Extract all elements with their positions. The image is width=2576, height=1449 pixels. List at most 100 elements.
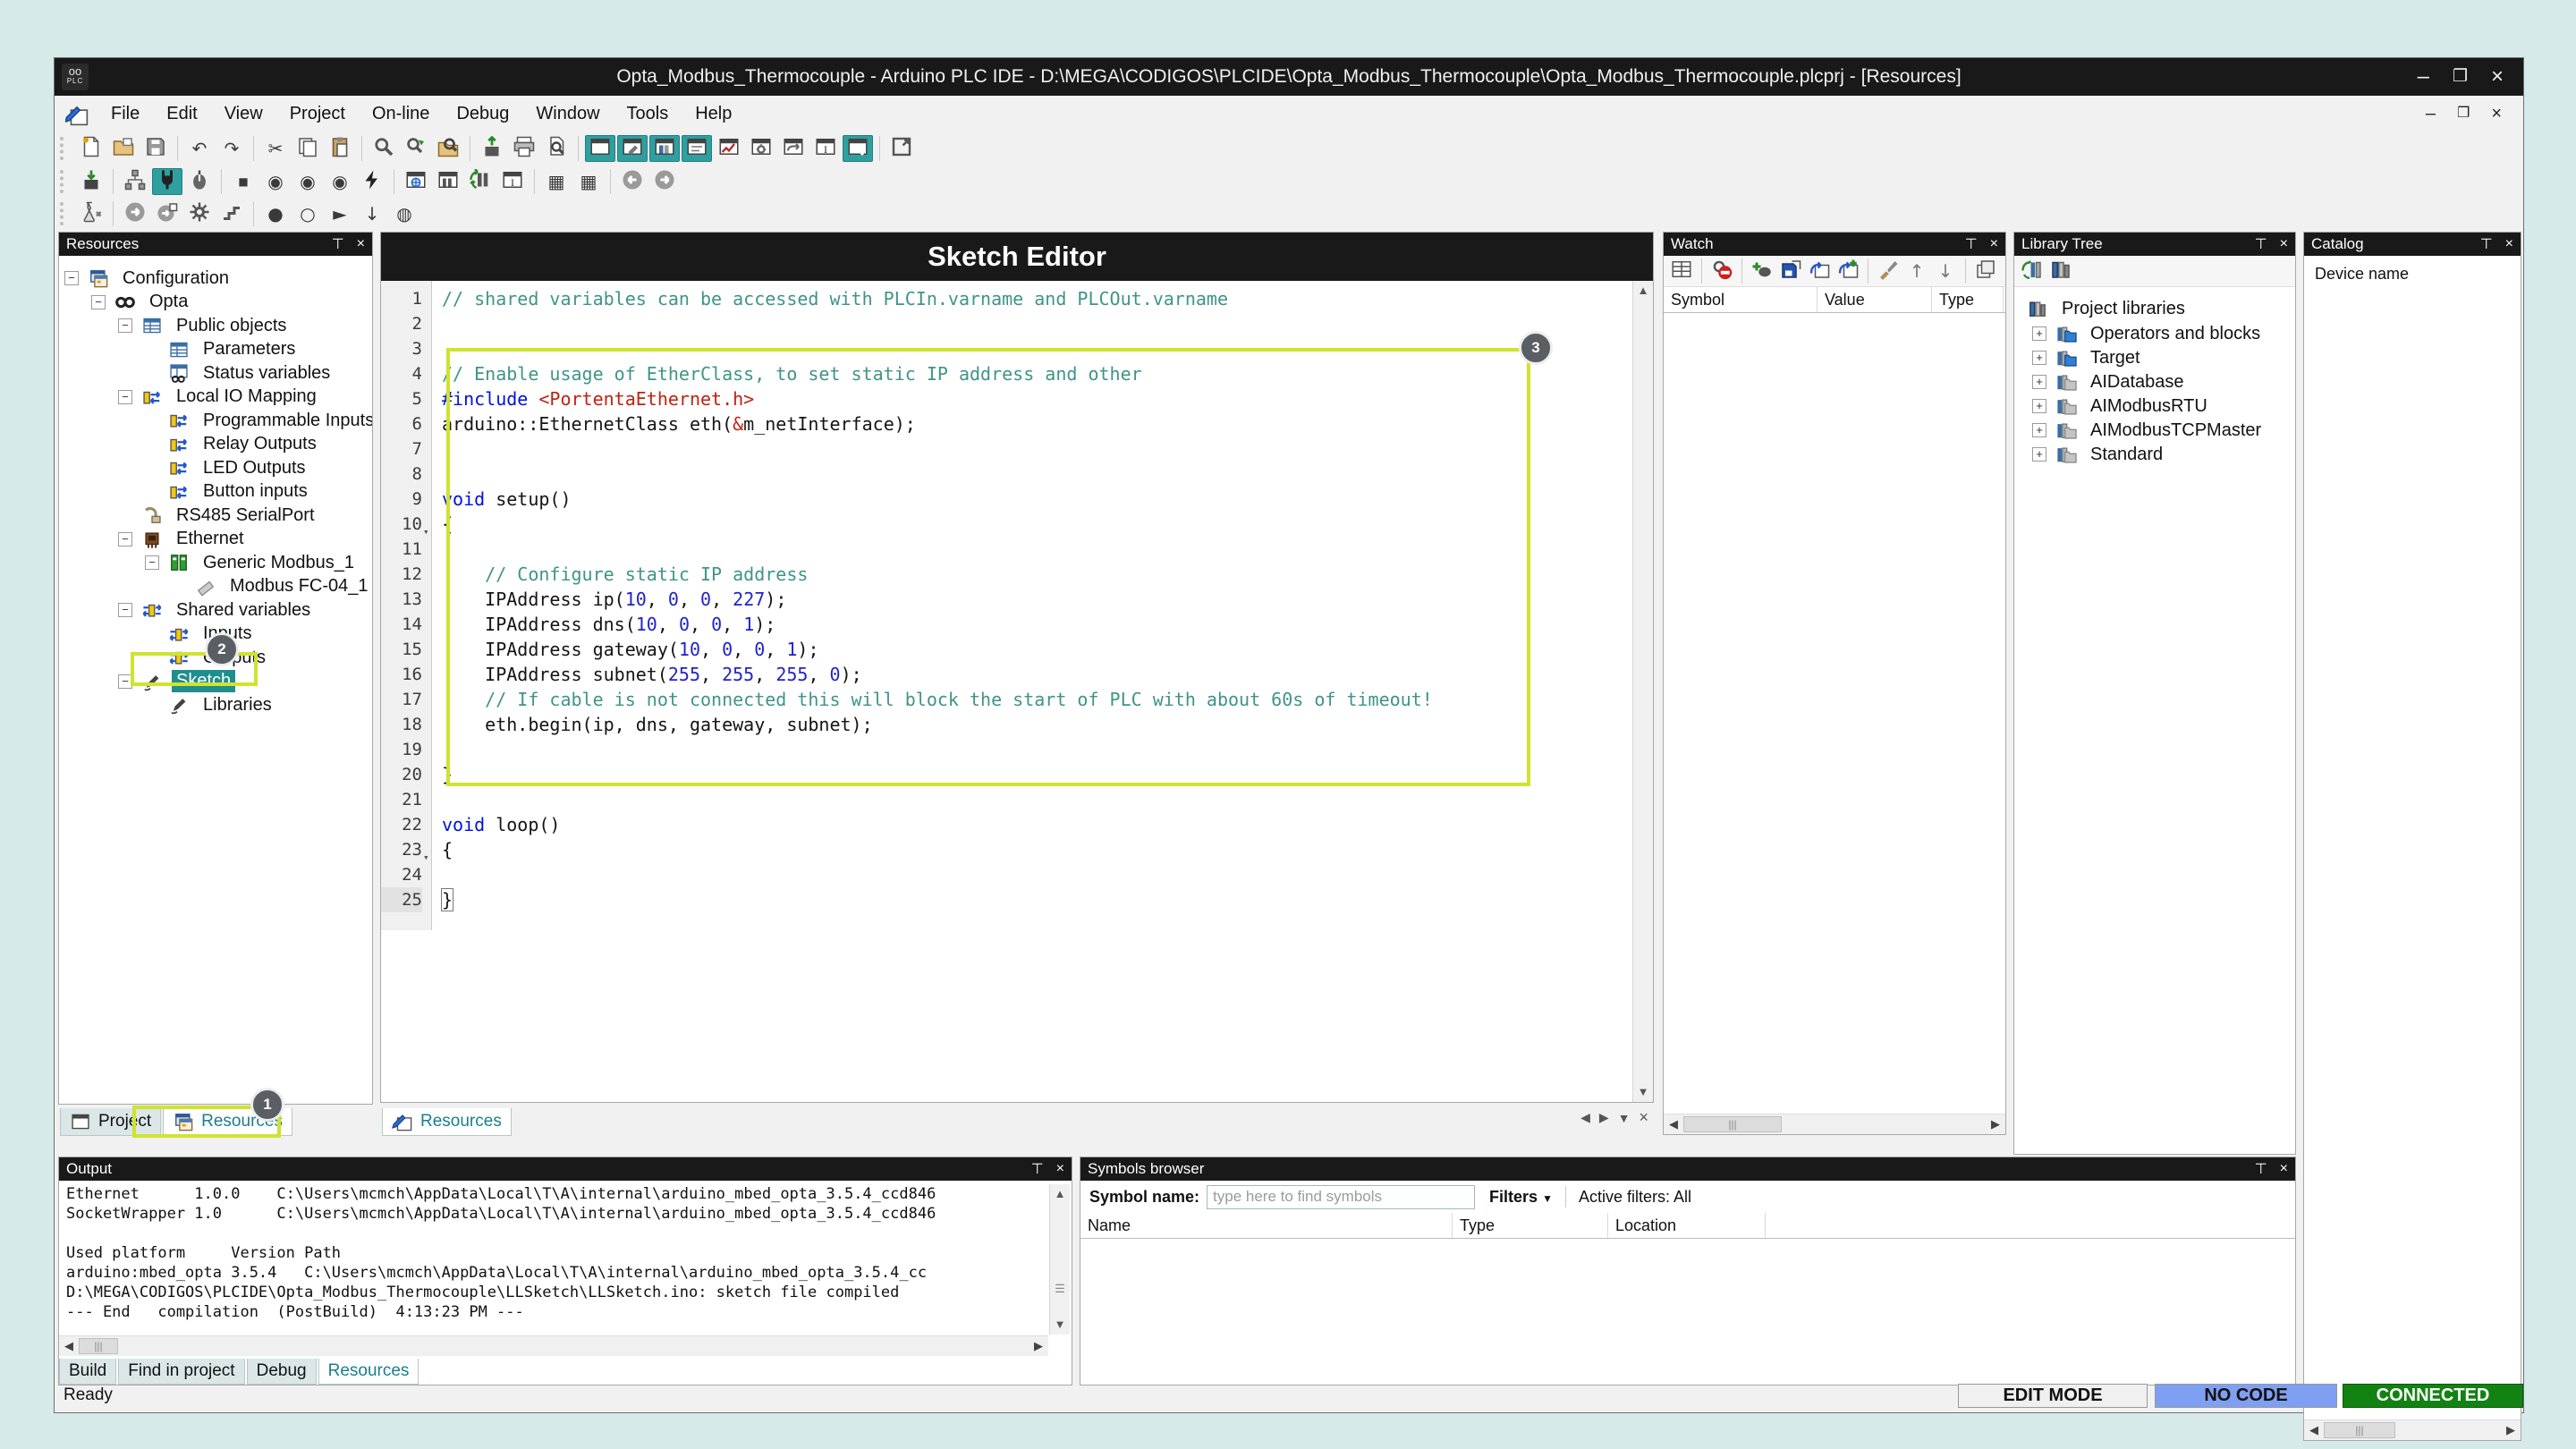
menu-edit[interactable]: Edit: [153, 100, 210, 128]
tree-item-button-inputs[interactable]: Button inputs: [145, 480, 312, 504]
library-item-operators-and-blocks[interactable]: +Operators and blocks: [2032, 322, 2265, 345]
download-code-button[interactable]: [76, 168, 106, 195]
navigate-back-button[interactable]: [617, 168, 648, 195]
recompile-button[interactable]: ◉: [325, 168, 355, 195]
compile-button[interactable]: ◉: [260, 168, 291, 195]
load-watchlist-button[interactable]: [1806, 258, 1833, 284]
scroll-left-icon[interactable]: ◀: [59, 1339, 79, 1353]
fullscreen-button[interactable]: [886, 135, 917, 162]
list-view-button[interactable]: I: [497, 168, 528, 195]
close-icon[interactable]: ×: [2491, 58, 2504, 96]
pin-icon[interactable]: ⊤: [2480, 235, 2493, 253]
export-button[interactable]: [477, 135, 507, 162]
mdi-close-icon[interactable]: ×: [2491, 104, 2502, 124]
expander-icon[interactable]: +: [2032, 423, 2046, 437]
add-symbol-button[interactable]: [1749, 258, 1775, 284]
tree-item-local-io-mapping[interactable]: −Local IO Mapping: [118, 386, 321, 409]
simulation-button[interactable]: [76, 200, 106, 227]
paste-button[interactable]: [325, 135, 355, 162]
close-icon[interactable]: ×: [357, 236, 365, 252]
tab-build[interactable]: Build: [59, 1359, 116, 1385]
tab-scroll-left-icon[interactable]: ◀: [1580, 1110, 1590, 1125]
view-oscilloscope-window-button[interactable]: [714, 135, 744, 162]
close-icon[interactable]: ×: [2505, 236, 2513, 252]
symbols-column-name[interactable]: Name: [1080, 1213, 1453, 1238]
expander-icon[interactable]: −: [118, 603, 132, 617]
pin-icon[interactable]: ⊤: [332, 235, 344, 253]
tab-close-icon[interactable]: ×: [1639, 1108, 1648, 1127]
expander-icon[interactable]: +: [2032, 447, 2046, 462]
view-watch-window-button[interactable]: [617, 135, 648, 162]
tree-item-opta[interactable]: −Opta: [91, 291, 192, 314]
scroll-down-icon[interactable]: ▼: [1633, 1082, 1653, 1102]
record-off-button[interactable]: ○: [292, 200, 323, 227]
open-project-button[interactable]: [108, 135, 139, 162]
tree-item-libraries[interactable]: Libraries: [145, 693, 276, 716]
watch-grid-button[interactable]: [1668, 258, 1695, 284]
tree-item-rs485-serialport[interactable]: RS485 SerialPort: [118, 504, 319, 527]
expander-icon[interactable]: −: [118, 674, 132, 689]
output-vertical-scrollbar[interactable]: ▲ ☰ ▼: [1049, 1184, 1070, 1335]
record-button[interactable]: ●: [260, 200, 291, 227]
menu-window[interactable]: Window: [522, 100, 613, 128]
tab-find-in-project[interactable]: Find in project: [118, 1359, 244, 1385]
catalog-horizontal-scrollbar[interactable]: ◀ ||| ▶: [2304, 1419, 2521, 1440]
plug-connection-button[interactable]: [152, 168, 182, 195]
expander-icon[interactable]: +: [2032, 375, 2046, 389]
mdi-minimize-icon[interactable]: –: [2426, 104, 2436, 124]
play-button[interactable]: ►: [325, 200, 355, 227]
filters-button[interactable]: Filters ▼: [1489, 1188, 1553, 1207]
duplicate-window-button[interactable]: [1972, 258, 1999, 284]
halt-button[interactable]: [184, 200, 215, 227]
close-icon[interactable]: ×: [2280, 1161, 2288, 1177]
scroll-right-icon[interactable]: ▶: [1029, 1339, 1048, 1353]
code-editor[interactable]: 1// shared variables can be accessed wit…: [381, 281, 1633, 1102]
restore-icon[interactable]: ❐: [2453, 58, 2468, 96]
view-text-window-button[interactable]: I: [810, 135, 841, 162]
watch-column-type[interactable]: Type: [1932, 287, 2004, 312]
library-box-button[interactable]: [2047, 258, 2074, 284]
tree-item-relay-outputs[interactable]: Relay Outputs: [145, 433, 321, 456]
pin-icon[interactable]: ⊤: [1031, 1160, 1044, 1178]
scroll-left-icon[interactable]: ◀: [2304, 1423, 2324, 1437]
run-button[interactable]: [120, 200, 150, 227]
mouse-settings-button[interactable]: [184, 168, 215, 195]
refresh-library-button[interactable]: [2019, 258, 2046, 284]
scroll-down-icon[interactable]: ▼: [1050, 1315, 1070, 1335]
navigate-forward-button[interactable]: [649, 168, 680, 195]
tree-item-programmable-inputs[interactable]: Programmable Inputs: [145, 409, 372, 432]
menu-project[interactable]: Project: [276, 100, 359, 128]
menu-file[interactable]: File: [97, 100, 153, 128]
scroll-right-icon[interactable]: ▶: [1986, 1117, 2005, 1131]
move-down-button[interactable]: ↓: [1932, 258, 1959, 284]
library-item-standard[interactable]: +Standard: [2032, 443, 2167, 466]
tree-item-ethernet[interactable]: −Ethernet: [118, 528, 249, 551]
symbols-column-location[interactable]: Location: [1608, 1213, 1766, 1238]
menu-tools[interactable]: Tools: [614, 100, 682, 128]
view-output-window-button[interactable]: [682, 135, 712, 162]
tab-debug[interactable]: Debug: [247, 1359, 317, 1385]
tree-item-generic-modbus-1[interactable]: −Generic Modbus_1: [145, 551, 359, 574]
move-up-button[interactable]: ↑: [1903, 258, 1930, 284]
expander-icon[interactable]: −: [118, 318, 132, 333]
new-project-button[interactable]: [76, 135, 106, 162]
expander-icon[interactable]: +: [2032, 326, 2046, 341]
menu-help[interactable]: Help: [682, 100, 745, 128]
expander-icon[interactable]: −: [118, 532, 132, 547]
symbols-column-type[interactable]: Type: [1453, 1213, 1608, 1238]
tab-resources-editor[interactable]: Resources: [382, 1108, 512, 1136]
menu-view[interactable]: View: [211, 100, 276, 128]
step-into-button[interactable]: ↓: [357, 200, 387, 227]
expander-icon[interactable]: +: [2032, 351, 2046, 365]
tree-item-public-objects[interactable]: −Public objects: [118, 314, 291, 337]
expander-icon[interactable]: −: [118, 390, 132, 404]
cut-button[interactable]: ✂: [260, 135, 291, 162]
view-library-window-button[interactable]: [649, 135, 680, 162]
compile-all-button[interactable]: ◉: [292, 168, 323, 195]
menu-debug[interactable]: Debug: [443, 100, 522, 128]
grid-button[interactable]: ▦: [573, 168, 604, 195]
close-icon[interactable]: ×: [2280, 236, 2288, 252]
tree-item-led-outputs[interactable]: LED Outputs: [145, 456, 310, 479]
network-config-button[interactable]: [401, 168, 431, 195]
tree-item-parameters[interactable]: Parameters: [145, 338, 300, 361]
